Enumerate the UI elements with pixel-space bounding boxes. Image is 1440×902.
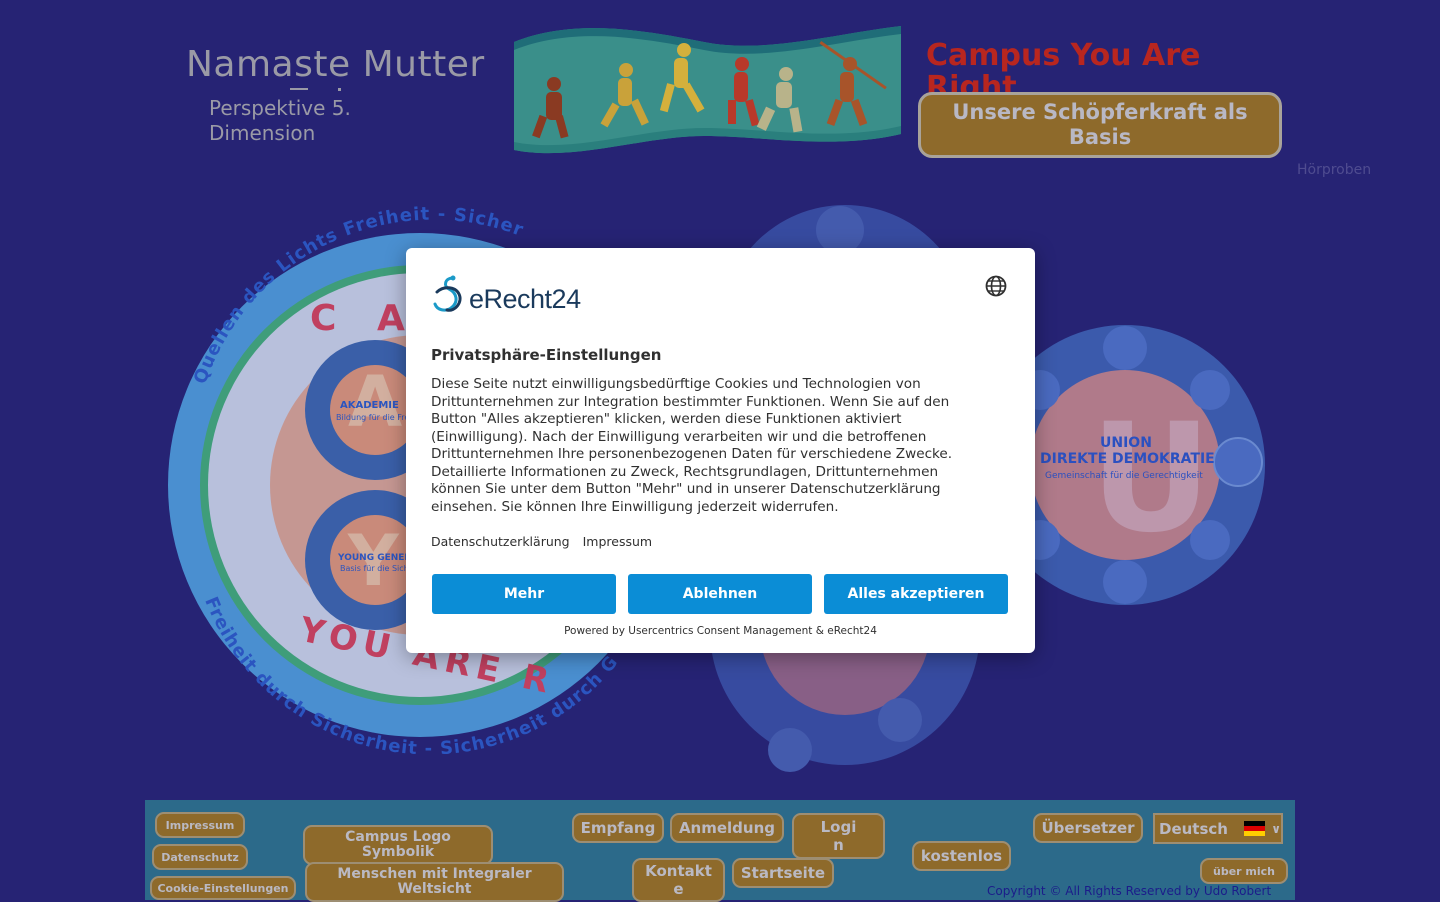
more-button[interactable]: Mehr <box>432 574 616 614</box>
consent-links: Datenschutzerklärung Impressum <box>431 534 661 549</box>
language-select[interactable]: Deutsch ∨ <box>1153 813 1283 844</box>
german-flag-icon <box>1243 821 1266 836</box>
footer: Impressum Datenschutz Cookie-Einstellung… <box>145 800 1295 902</box>
union-sub: Gemeinschaft für die Gerechtigkeit <box>1045 471 1203 481</box>
site-subtitle: Perspektive 5. Dimension <box>209 96 351 145</box>
title-decoration-dot <box>338 88 341 91</box>
consent-dialog: eRecht24 Privatsphäre-Einstellungen Dies… <box>406 248 1035 653</box>
deny-button[interactable]: Ablehnen <box>628 574 812 614</box>
startseite-button[interactable]: Startseite <box>732 858 834 888</box>
imprint-link[interactable]: Impressum <box>583 534 652 549</box>
impressum-button[interactable]: Impressum <box>155 812 245 838</box>
language-globe-icon[interactable] <box>985 275 1007 297</box>
chevron-down-icon: ∨ <box>1271 821 1281 836</box>
union-title-2: DIREKTE DEMOKRATIE <box>1040 451 1215 467</box>
hoerproben-link[interactable]: Hörproben <box>1297 162 1371 178</box>
menschen-button[interactable]: Menschen mit Integraler Weltsicht <box>305 862 564 902</box>
consent-description: Diese Seite nutzt einwilligungsbedürftig… <box>431 376 953 515</box>
privacy-policy-link[interactable]: Datenschutzerklärung <box>431 534 570 549</box>
erecht24-logo-icon <box>433 275 462 312</box>
powered-by-text: Powered by Usercentrics Consent Manageme… <box>564 625 877 637</box>
accept-all-button[interactable]: Alles akzeptieren <box>824 574 1008 614</box>
copyright-text: Copyright © All Rights Reserved by Udo R… <box>987 884 1272 898</box>
site-title-text: Namaste Mutter <box>186 44 485 85</box>
language-label: Deutsch <box>1159 819 1228 838</box>
banner-mosaic-image <box>514 26 901 154</box>
login-button[interactable]: Logi n <box>792 813 885 859</box>
akademie-sub: Bildung für die Frei <box>336 413 412 422</box>
uebersetzer-button[interactable]: Übersetzer <box>1033 813 1143 843</box>
ueber-mich-button[interactable]: über mich <box>1200 858 1288 884</box>
hero-button[interactable]: Unsere Schöpferkraft als Basis <box>918 92 1282 158</box>
campus-logo-symbolik-button[interactable]: Campus Logo Symbolik <box>303 825 493 865</box>
erecht24-wordmark: eRecht24 <box>469 284 581 314</box>
campus-heading[interactable]: Campus You Are Right <box>926 40 1246 96</box>
consent-title: Privatsphäre-Einstellungen <box>431 346 662 364</box>
akademie-label: AKADEMIE <box>340 400 399 411</box>
kontakte-button[interactable]: Kontakt e <box>632 858 725 902</box>
anmeldung-button[interactable]: Anmeldung <box>670 813 784 843</box>
cookie-settings-button[interactable]: Cookie-Einstellungen <box>150 876 296 900</box>
empfang-button[interactable]: Empfang <box>572 813 664 843</box>
erecht24-logo: eRecht24 <box>431 274 581 314</box>
site-title[interactable]: Namaste Mutter <box>186 44 485 91</box>
union-title: UNION <box>1100 435 1152 451</box>
kostenlos-button[interactable]: kostenlos <box>912 841 1011 871</box>
title-decoration <box>290 88 308 90</box>
datenschutz-button[interactable]: Datenschutz <box>152 844 248 870</box>
